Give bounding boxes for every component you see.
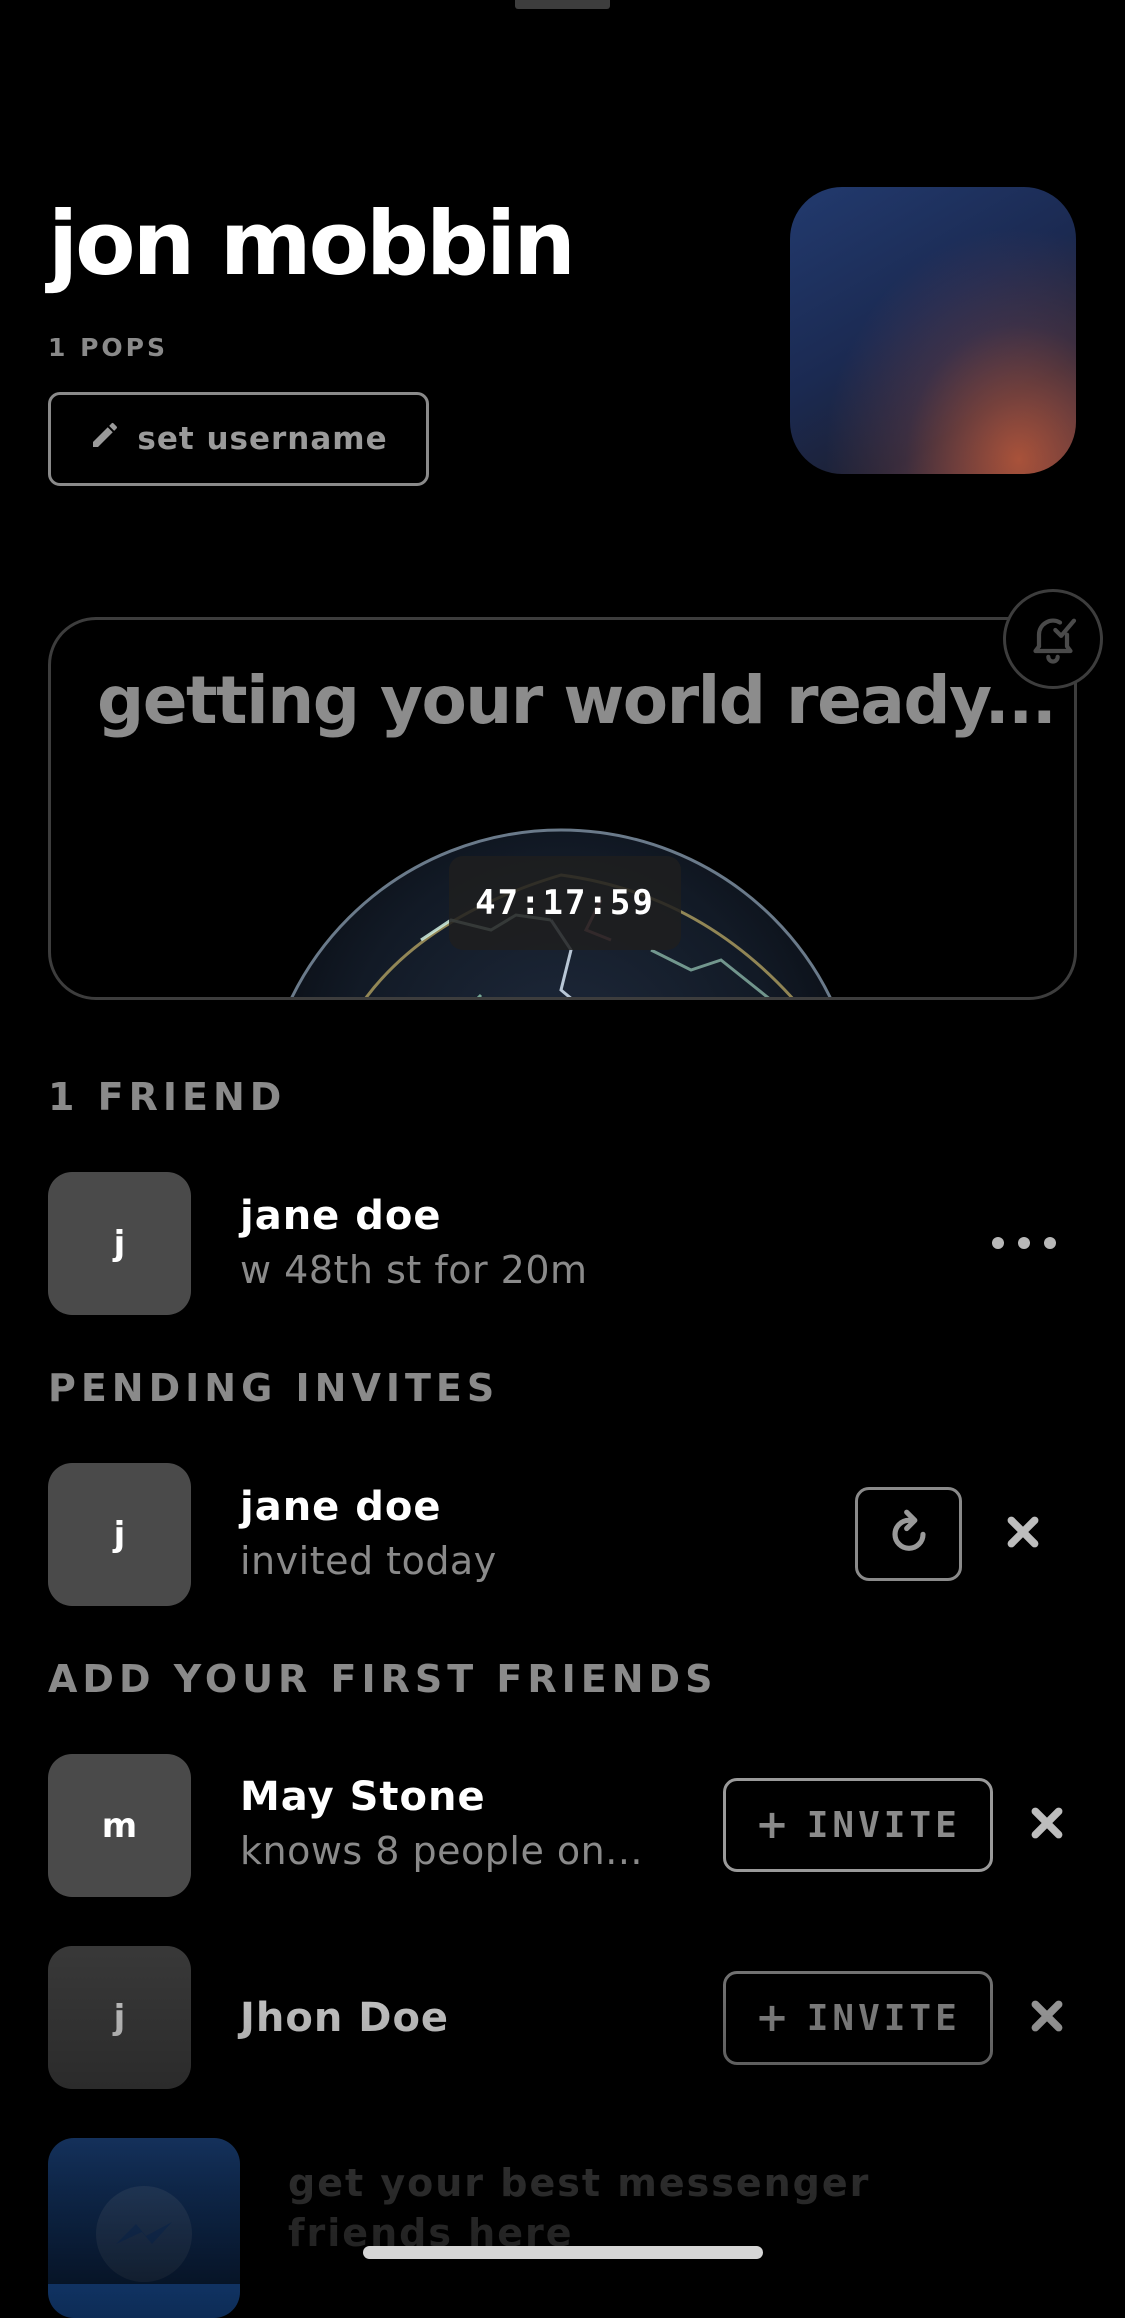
dismiss-suggestion-button[interactable]: [1017, 1795, 1077, 1855]
more-options-button[interactable]: [992, 1228, 1056, 1258]
set-username-label: set username: [137, 421, 388, 457]
world-card-title: getting your world ready...: [97, 662, 1057, 739]
avatar[interactable]: j: [48, 1463, 191, 1606]
resend-invite-button[interactable]: [855, 1487, 962, 1581]
home-indicator[interactable]: [363, 2246, 763, 2259]
suggestion-name[interactable]: Jhon Doe: [240, 1995, 449, 2041]
bell-check-icon: [1025, 609, 1081, 669]
messenger-promo-text[interactable]: get your best messenger friends here: [288, 2158, 908, 2258]
avatar[interactable]: m: [48, 1754, 191, 1897]
avatar[interactable]: j: [48, 1946, 191, 2089]
suggestion-mutuals: knows 8 people on...: [240, 1829, 644, 1873]
avatar[interactable]: j: [48, 1172, 191, 1315]
notification-bell-button[interactable]: [1003, 589, 1103, 689]
plus-icon: +: [755, 1995, 793, 2041]
avatar-initial: m: [101, 1805, 138, 1846]
world-card[interactable]: getting your world ready... 47:17:59: [48, 617, 1077, 1000]
invite-label: INVITE: [806, 1804, 961, 1846]
invite-button[interactable]: + INVITE: [723, 1971, 993, 2065]
pending-section-label: PENDING INVITES: [48, 1366, 500, 1410]
avatar-initial: j: [113, 1223, 126, 1264]
plus-icon: +: [755, 1802, 793, 1848]
profile-name: jon mobbin: [48, 192, 576, 295]
pending-status: invited today: [240, 1539, 497, 1583]
more-horizontal-icon: [992, 1237, 1004, 1249]
sheet-grabber[interactable]: [515, 0, 610, 9]
close-icon: [1003, 1512, 1043, 1556]
invite-label: INVITE: [806, 1997, 961, 2039]
countdown-timer: 47:17:59: [449, 856, 681, 950]
refresh-icon: [881, 1504, 937, 1564]
avatar-initial: j: [113, 1997, 126, 2038]
set-username-button[interactable]: set username: [48, 392, 429, 486]
pencil-icon: [89, 419, 121, 459]
friends-section-label: 1 FRIEND: [48, 1075, 287, 1119]
suggestion-name[interactable]: May Stone: [240, 1774, 486, 1820]
friend-name[interactable]: jane doe: [240, 1193, 441, 1239]
profile-avatar[interactable]: [790, 187, 1076, 474]
close-icon: [1027, 1803, 1067, 1847]
pending-name[interactable]: jane doe: [240, 1484, 441, 1530]
dismiss-suggestion-button[interactable]: [1017, 1988, 1077, 2048]
avatar-initial: j: [113, 1514, 126, 1555]
friend-location: w 48th st for 20m: [240, 1248, 588, 1292]
close-icon: [1027, 1996, 1067, 2040]
pops-count: 1 POPS: [48, 333, 169, 362]
messenger-icon: [94, 2184, 194, 2288]
messenger-tile[interactable]: [48, 2138, 240, 2318]
invite-button[interactable]: + INVITE: [723, 1778, 993, 1872]
suggestions-section-label: ADD YOUR FIRST FRIENDS: [48, 1657, 718, 1701]
cancel-invite-button[interactable]: [993, 1504, 1053, 1564]
